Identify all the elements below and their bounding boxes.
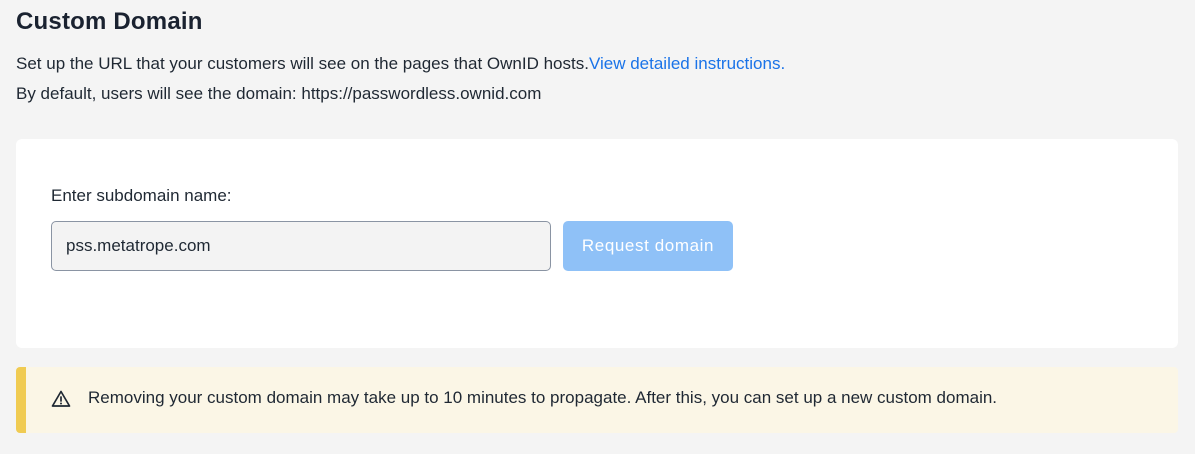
warning-triangle-icon	[51, 389, 71, 409]
page-title: Custom Domain	[16, 8, 203, 35]
subdomain-label: Enter subdomain name:	[51, 186, 232, 205]
default-domain-text: By default, users will see the domain: h…	[16, 84, 542, 103]
alert-accent-bar	[16, 367, 26, 433]
page-description: Set up the URL that your customers will …	[16, 54, 785, 74]
alert-message: Removing your custom domain may take up …	[88, 388, 998, 407]
view-instructions-link[interactable]: View detailed instructions.	[589, 54, 785, 73]
subdomain-input[interactable]	[51, 221, 551, 271]
subdomain-card: Enter subdomain name: Request domain	[16, 139, 1178, 348]
propagation-alert: Removing your custom domain may take up …	[16, 367, 1178, 433]
description-text: Set up the URL that your customers will …	[16, 54, 589, 73]
request-domain-button[interactable]: Request domain	[563, 221, 733, 271]
